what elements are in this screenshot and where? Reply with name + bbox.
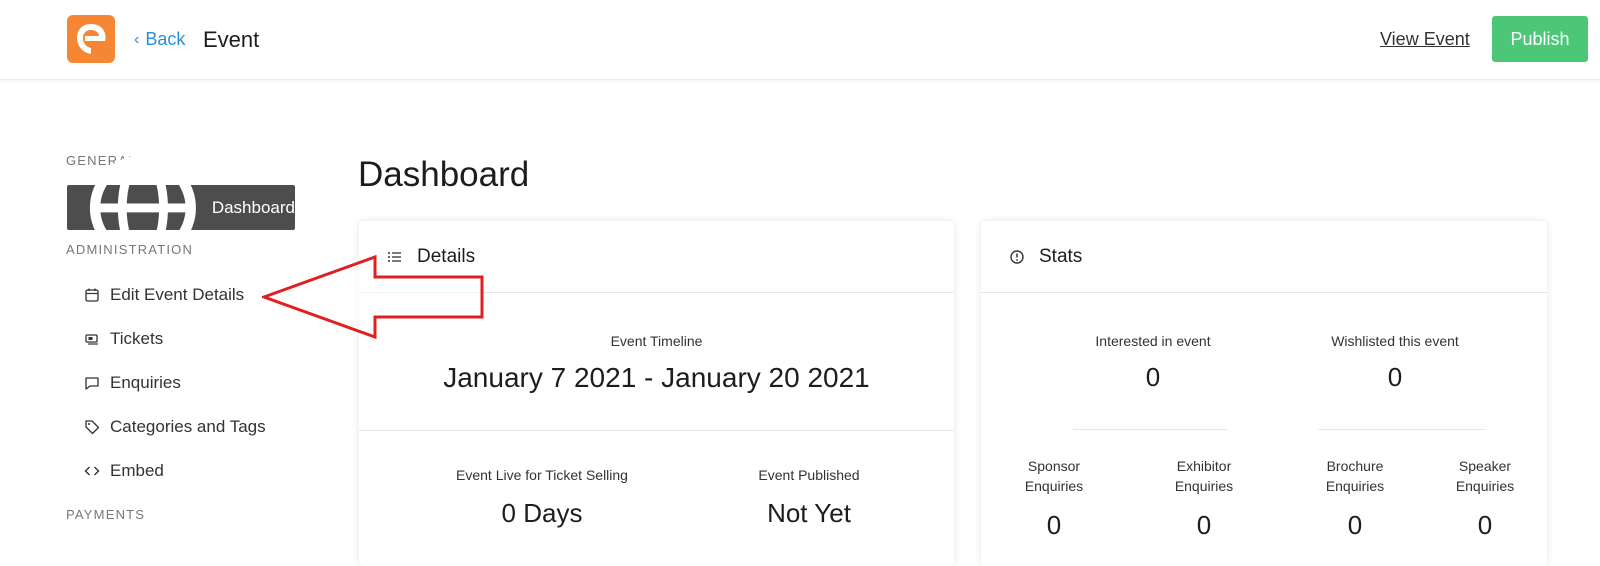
- sponsor-enquiries-value: 0: [1046, 510, 1062, 540]
- view-event-link[interactable]: View Event: [1380, 29, 1470, 50]
- sidebar-item-label: Edit Event Details: [110, 285, 245, 304]
- page-title: Dashboard: [358, 155, 530, 194]
- divider: [1318, 429, 1486, 430]
- sidebar-item-label: Enquiries: [110, 373, 181, 392]
- sidebar-item-label: Categories and Tags: [110, 417, 266, 436]
- speaker-enquiries-label: Speaker Enquiries: [1455, 458, 1515, 494]
- tag-icon: [85, 420, 100, 435]
- top-bar: ‹ Back Event View Event Publish: [0, 0, 1600, 80]
- brochure-enquiries-label: Brochure Enquiries: [1325, 458, 1385, 494]
- stats-card: Stats Interested in event 0 Wishlisted t…: [981, 221, 1547, 566]
- annotation-arrow: [262, 255, 484, 339]
- speaker-enquiries-value: 0: [1477, 510, 1493, 540]
- stats-heading: Stats: [1039, 245, 1083, 267]
- logo-e-icon: [77, 24, 106, 54]
- chevron-left-icon: ‹: [134, 30, 140, 48]
- message-icon: [85, 377, 99, 390]
- ticket-icon: [85, 334, 98, 345]
- interested-label: Interested in event: [1095, 333, 1211, 349]
- exhibitor-enquiries-label: Exhibitor Enquiries: [1174, 458, 1234, 494]
- divider: [359, 430, 954, 431]
- stats-card-header: Stats: [981, 221, 1547, 293]
- interested-value: 0: [1145, 362, 1161, 392]
- sidebar-item-label: Dashboard: [211, 197, 295, 217]
- publish-button[interactable]: Publish: [1492, 16, 1588, 62]
- sidebar-item-categories-and-tags[interactable]: Categories and Tags: [84, 417, 266, 437]
- calendar-icon: [85, 288, 99, 302]
- sidebar-item-embed[interactable]: Embed: [84, 461, 164, 481]
- back-link[interactable]: ‹ Back: [134, 29, 185, 50]
- sidebar-item-enquiries[interactable]: Enquiries: [84, 373, 181, 393]
- live-value: 0 Days: [501, 498, 583, 528]
- sidebar-item-tickets[interactable]: Tickets: [84, 329, 163, 349]
- sponsor-enquiries-label: Sponsor Enquiries: [1024, 458, 1084, 494]
- page-header-title: Event: [203, 27, 260, 52]
- wishlisted-label: Wishlisted this event: [1331, 333, 1459, 349]
- app-logo[interactable]: [67, 15, 115, 63]
- sidebar-item-label: Embed: [110, 461, 164, 480]
- timeline-value: January 7 2021 - January 20 2021: [443, 362, 870, 393]
- brochure-enquiries-value: 0: [1347, 510, 1363, 540]
- section-label-payments: PAYMENTS: [66, 507, 146, 522]
- code-icon: [84, 466, 100, 476]
- sidebar-item-label: Tickets: [110, 329, 164, 348]
- live-label: Event Live for Ticket Selling: [456, 467, 628, 483]
- sidebar-item-edit-event-details[interactable]: Edit Event Details: [84, 285, 244, 305]
- section-label-administration: ADMINISTRATION: [66, 242, 194, 257]
- info-circle-icon: [1010, 249, 1024, 264]
- divider: [1073, 429, 1227, 430]
- sidebar-item-dashboard[interactable]: Dashboard: [67, 154, 295, 261]
- published-value: Not Yet: [767, 498, 851, 528]
- back-label: Back: [145, 29, 186, 49]
- published-label: Event Published: [758, 467, 860, 483]
- wishlisted-value: 0: [1387, 362, 1403, 392]
- exhibitor-enquiries-value: 0: [1196, 510, 1212, 540]
